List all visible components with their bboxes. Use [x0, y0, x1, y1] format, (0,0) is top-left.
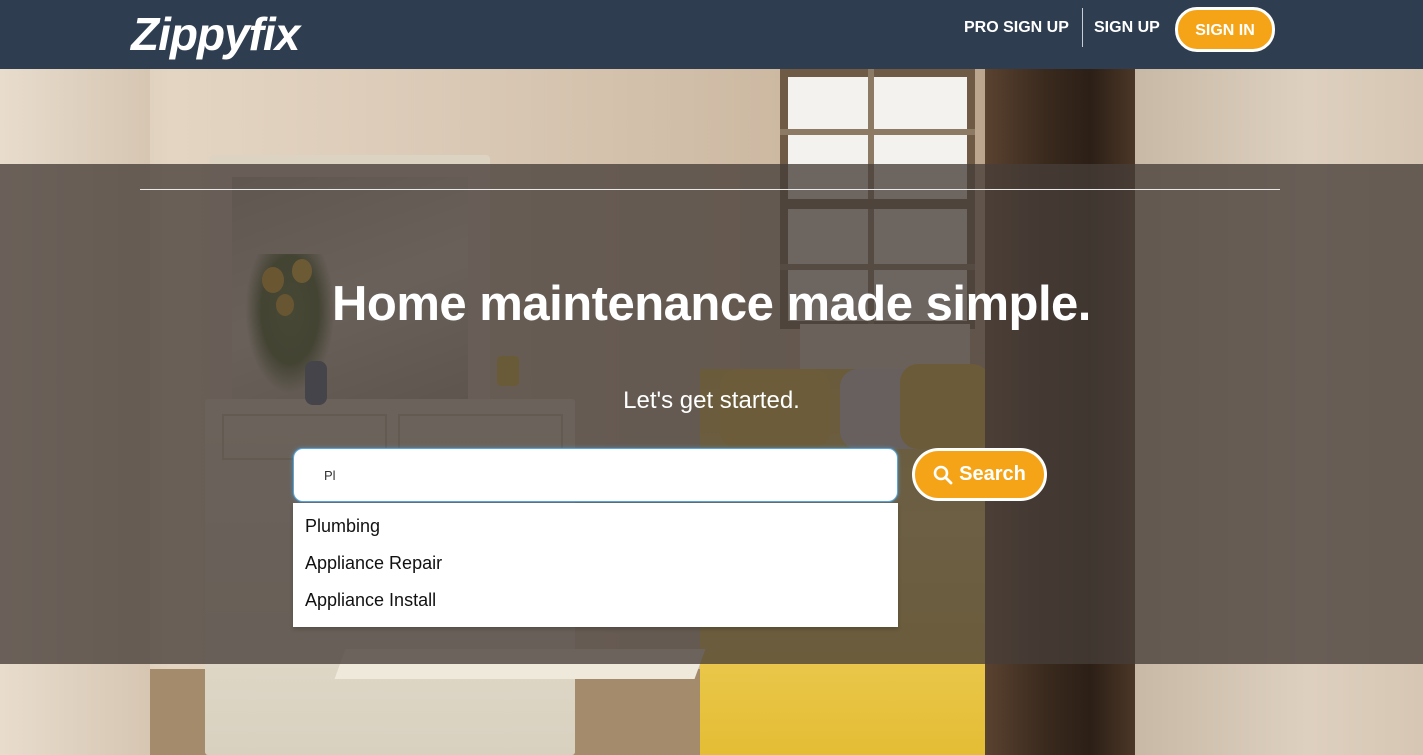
hero-subhead: Let's get started. — [623, 387, 800, 414]
search-icon — [933, 465, 953, 485]
logo[interactable]: Zippyfix — [131, 6, 300, 62]
nav-divider — [1082, 8, 1083, 47]
pro-sign-up-link[interactable]: PRO SIGN UP — [964, 18, 1069, 38]
suggestion-item[interactable]: Plumbing — [305, 515, 380, 537]
hero-headline: Home maintenance made simple. — [332, 277, 1091, 331]
hero-divider — [140, 189, 1280, 190]
search-suggestions-dropdown: Plumbing Appliance Repair Appliance Inst… — [293, 503, 898, 627]
search-button-label: Search — [959, 463, 1026, 485]
sign-up-link[interactable]: SIGN UP — [1094, 18, 1160, 38]
suggestion-item[interactable]: Appliance Repair — [305, 552, 442, 574]
sign-in-button[interactable]: SIGN IN — [1175, 7, 1275, 52]
suggestion-item[interactable]: Appliance Install — [305, 589, 436, 611]
service-search-input[interactable] — [293, 448, 898, 502]
top-navbar: Zippyfix PRO SIGN UP SIGN UP SIGN IN — [0, 0, 1423, 69]
search-button[interactable]: Search — [912, 448, 1047, 501]
